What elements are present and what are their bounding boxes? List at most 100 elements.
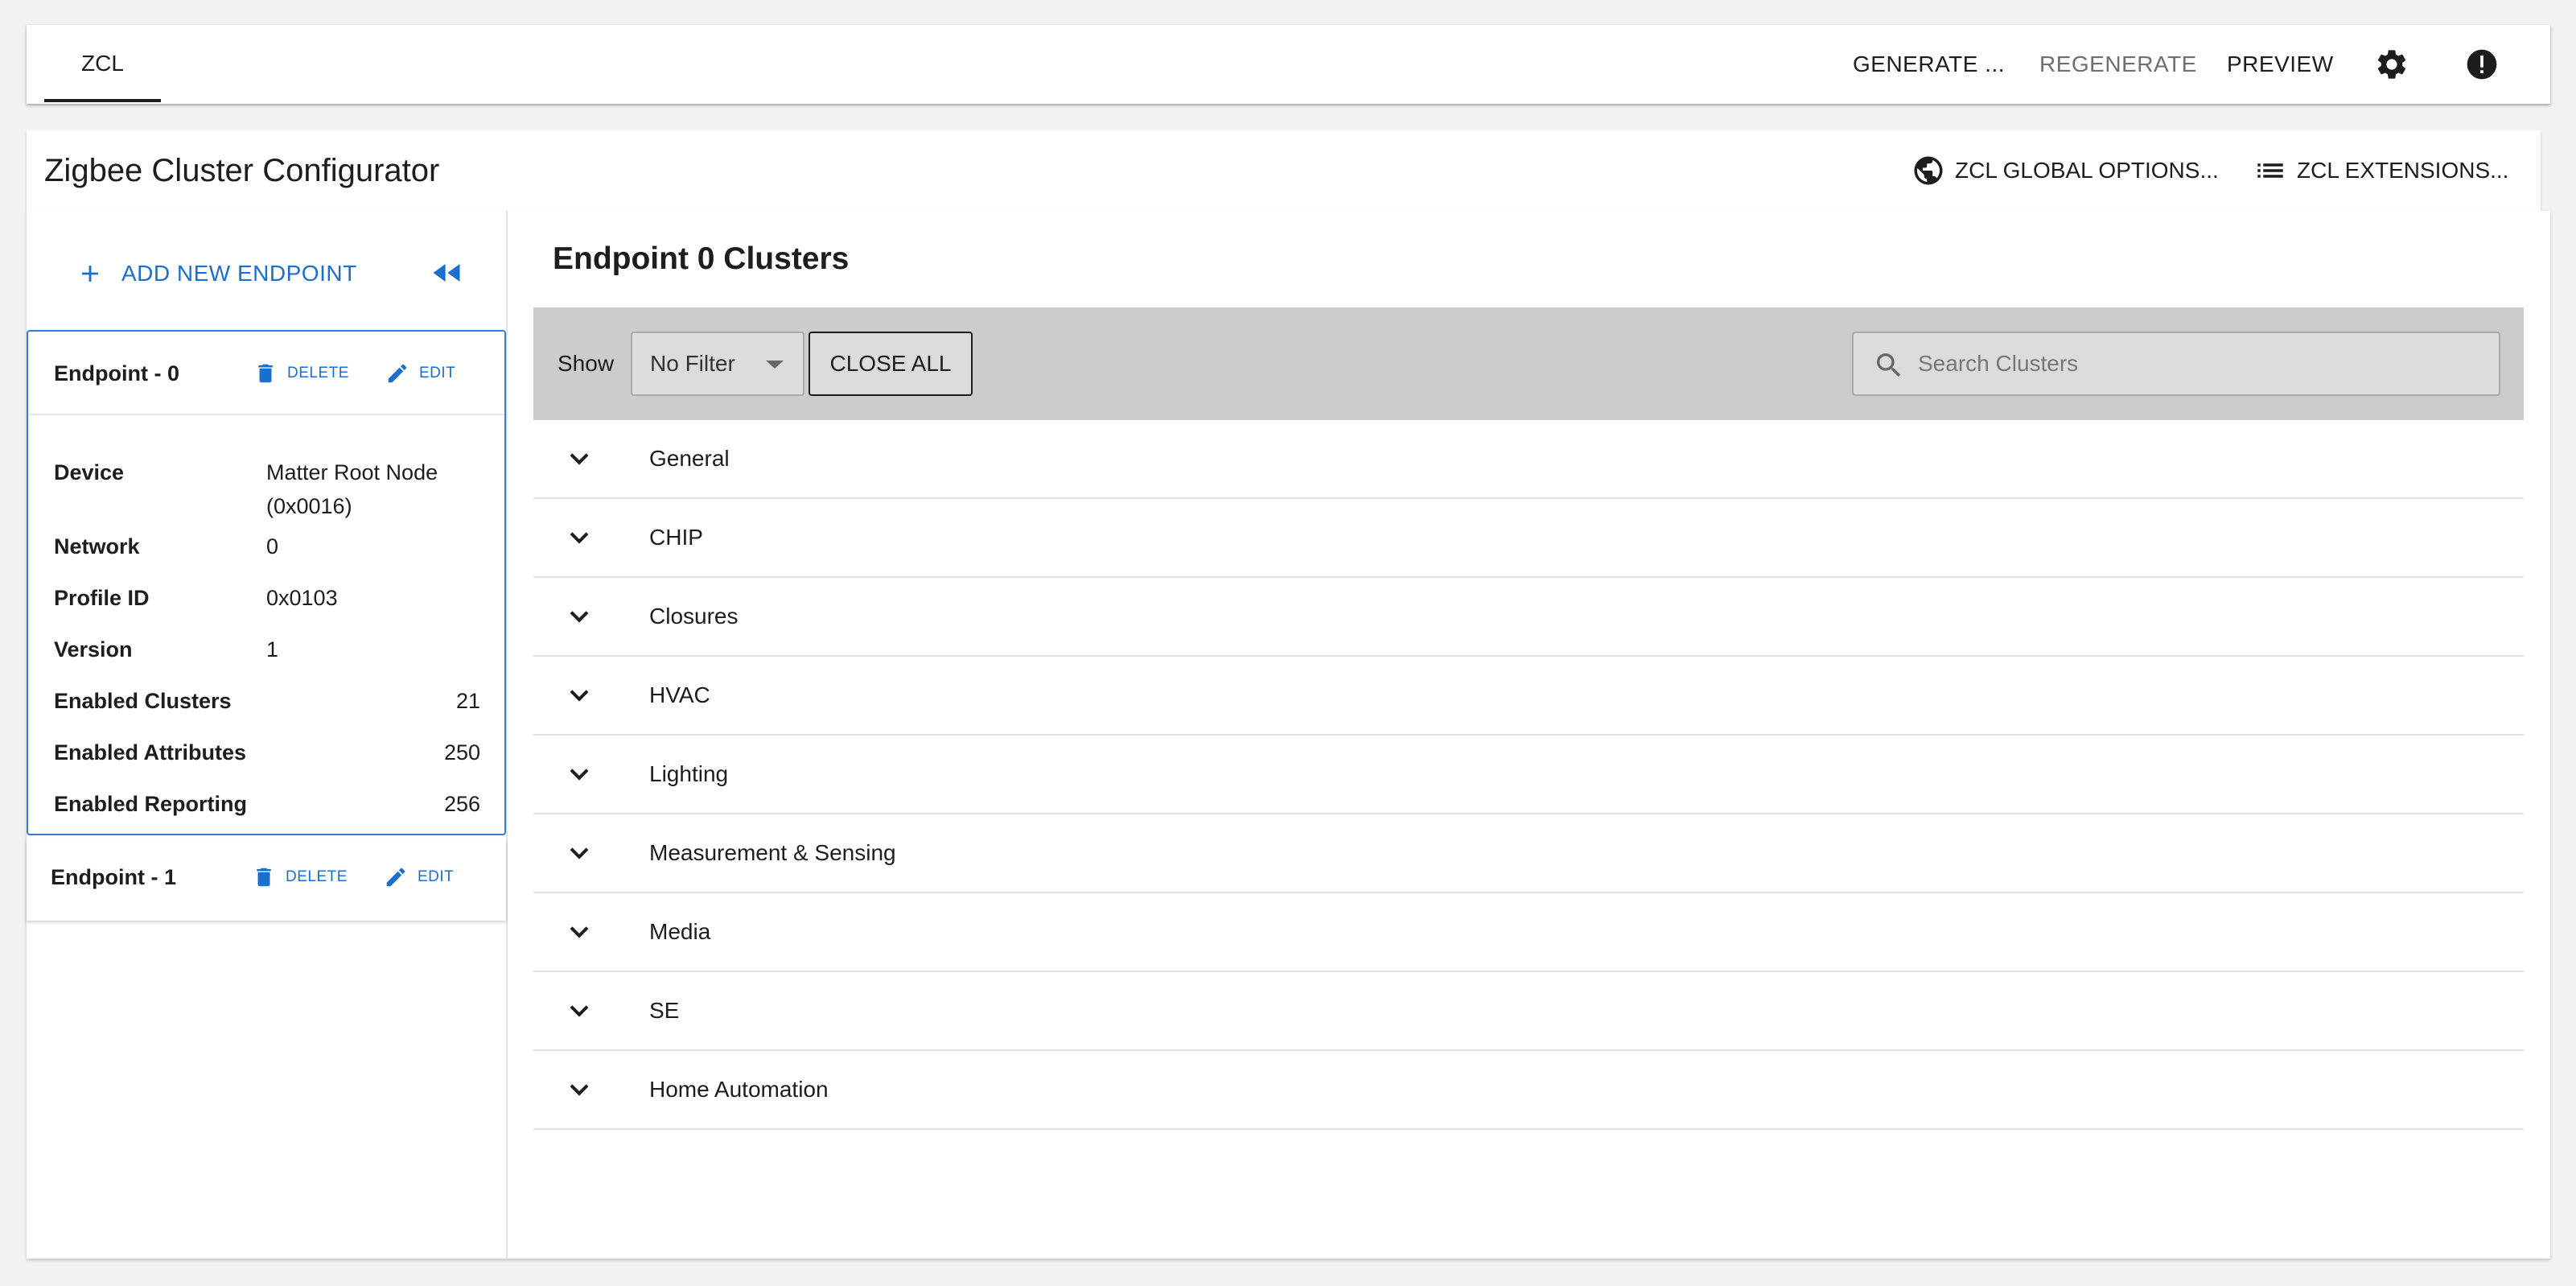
- delete-endpoint-button[interactable]: DELETE: [253, 332, 349, 415]
- category-row-home-automation[interactable]: Home Automation: [533, 1051, 2524, 1130]
- zcl-global-options-button[interactable]: ZCL GLOBAL OPTIONS...: [1911, 130, 2219, 211]
- chevron-down-icon[interactable]: [567, 687, 591, 705]
- endpoint-name: Endpoint - 1: [51, 864, 176, 889]
- delete-label: DELETE: [287, 365, 349, 381]
- app-header: Zigbee Cluster Configurator ZCL GLOBAL O…: [27, 130, 2541, 211]
- show-label: Show: [558, 351, 615, 376]
- close-all-button[interactable]: CLOSE ALL: [809, 332, 973, 396]
- caret-down-icon: [766, 361, 784, 369]
- filter-select[interactable]: No Filter: [631, 332, 804, 396]
- version-label: Version: [54, 637, 133, 662]
- tab-active-indicator: [44, 99, 161, 102]
- search-field[interactable]: [1852, 332, 2500, 396]
- category-label: Measurement & Sensing: [649, 840, 896, 865]
- settings-button[interactable]: [2374, 25, 2409, 104]
- network-value: 0: [266, 534, 279, 559]
- category-label: HVAC: [649, 682, 710, 707]
- add-endpoint-button[interactable]: ADD NEW ENDPOINT: [76, 251, 357, 296]
- category-label: Home Automation: [649, 1077, 829, 1102]
- category-row-lighting[interactable]: Lighting: [533, 736, 2524, 814]
- page-title: Zigbee Cluster Configurator: [44, 152, 440, 188]
- version-value: 1: [266, 637, 279, 662]
- endpoint-card-selected[interactable]: Endpoint - 0 DELETE EDIT Device Matter R…: [27, 330, 506, 835]
- category-row-media[interactable]: Media: [533, 893, 2524, 972]
- alert-icon: [2467, 49, 2497, 80]
- delete-endpoint-button[interactable]: DELETE: [252, 840, 348, 914]
- edit-endpoint-button[interactable]: EDIT: [385, 332, 455, 415]
- cluster-category-list: General CHIP Closures HVAC Lighting Meas…: [533, 420, 2524, 1130]
- zcl-global-options-label: ZCL GLOBAL OPTIONS...: [1955, 158, 2219, 183]
- main-panel: ADD NEW ENDPOINT Endpoint - 0 DELETE EDI…: [27, 211, 2550, 1259]
- device-value-name: Matter Root Node: [266, 460, 438, 484]
- chevron-down-icon[interactable]: [567, 530, 591, 547]
- category-row-measurement-sensing[interactable]: Measurement & Sensing: [533, 814, 2524, 893]
- device-label: Device: [54, 460, 125, 484]
- category-row-general[interactable]: General: [533, 420, 2524, 499]
- enabled-clusters-row: Enabled Clusters 21: [54, 684, 480, 718]
- enabled-reporting-label: Enabled Reporting: [54, 792, 248, 816]
- endpoint-card-header: Endpoint - 0 DELETE EDIT: [28, 332, 504, 415]
- endpoint-card[interactable]: Endpoint - 1 DELETE EDIT: [27, 840, 506, 921]
- chevron-down-icon[interactable]: [567, 1082, 591, 1099]
- enabled-attributes-value: 250: [443, 740, 480, 765]
- chevron-down-icon[interactable]: [567, 766, 591, 784]
- chevron-down-icon[interactable]: [567, 451, 591, 468]
- category-row-hvac[interactable]: HVAC: [533, 657, 2524, 736]
- profile-value: 0x0103: [266, 586, 338, 610]
- endpoint-sidebar: ADD NEW ENDPOINT Endpoint - 0 DELETE EDI…: [27, 211, 508, 1259]
- category-label: SE: [649, 998, 680, 1023]
- clusters-title: Endpoint 0 Clusters: [553, 241, 850, 276]
- category-row-chip[interactable]: CHIP: [533, 499, 2524, 578]
- filter-value: No Filter: [650, 351, 735, 376]
- chevron-down-icon[interactable]: [567, 608, 591, 626]
- device-value: Matter Root Node (0x0016): [266, 455, 475, 523]
- search-icon: [1877, 353, 1901, 377]
- edit-label: EDIT: [418, 868, 455, 885]
- plus-icon: [82, 266, 98, 282]
- chevron-down-icon[interactable]: [567, 845, 591, 863]
- device-value-id: (0x0016): [266, 494, 352, 518]
- category-label: General: [649, 446, 730, 471]
- gear-icon: [2377, 50, 2406, 79]
- category-row-se[interactable]: SE: [533, 972, 2524, 1051]
- network-label: Network: [54, 534, 140, 559]
- enabled-clusters-label: Enabled Clusters: [54, 689, 232, 713]
- endpoint-name: Endpoint - 0: [54, 361, 179, 385]
- endpoint-card-header: Endpoint - 1 DELETE EDIT: [27, 840, 506, 914]
- list-icon: [2257, 163, 2283, 178]
- generate-button[interactable]: GENERATE ...: [1853, 25, 2005, 104]
- category-label: CHIP: [649, 525, 703, 550]
- search-input[interactable]: [1918, 333, 2481, 394]
- network-row: Network 0: [54, 530, 480, 563]
- trash-icon: [258, 364, 273, 383]
- category-row-closures[interactable]: Closures: [533, 578, 2524, 657]
- collapse-sidebar-button[interactable]: [429, 259, 464, 291]
- top-toolbar: ZCL GENERATE ... REGENERATE PREVIEW: [27, 25, 2550, 104]
- zcl-extensions-button[interactable]: ZCL EXTENSIONS...: [2253, 130, 2508, 211]
- enabled-attributes-row: Enabled Attributes 250: [54, 736, 480, 769]
- version-row: Version 1: [54, 633, 480, 666]
- preview-button[interactable]: PREVIEW: [2227, 25, 2334, 104]
- pencil-icon: [388, 364, 407, 383]
- chevron-down-icon[interactable]: [567, 924, 591, 942]
- category-label: Closures: [649, 604, 739, 629]
- cluster-filter-bar: Show No Filter CLOSE ALL: [533, 307, 2524, 420]
- category-label: Media: [649, 919, 711, 944]
- clusters-content: Endpoint 0 Clusters Show No Filter CLOSE…: [508, 211, 2550, 1259]
- edit-endpoint-button[interactable]: EDIT: [384, 840, 454, 914]
- tab-zcl[interactable]: ZCL: [44, 25, 161, 102]
- device-row: Device Matter Root Node (0x0016): [54, 455, 480, 523]
- edit-label: EDIT: [419, 365, 456, 381]
- delete-label: DELETE: [286, 868, 348, 885]
- profile-row: Profile ID 0x0103: [54, 581, 480, 615]
- enabled-attributes-label: Enabled Attributes: [54, 740, 247, 765]
- pencil-icon: [386, 868, 405, 887]
- add-endpoint-label: ADD NEW ENDPOINT: [121, 261, 357, 286]
- double-chevron-left-icon: [433, 264, 460, 282]
- notifications-button[interactable]: [2464, 25, 2500, 104]
- profile-label: Profile ID: [54, 586, 150, 610]
- enabled-clusters-value: 21: [455, 689, 480, 713]
- regenerate-button[interactable]: REGENERATE: [2039, 25, 2197, 104]
- globe-icon: [1914, 156, 1943, 185]
- chevron-down-icon[interactable]: [567, 1003, 591, 1020]
